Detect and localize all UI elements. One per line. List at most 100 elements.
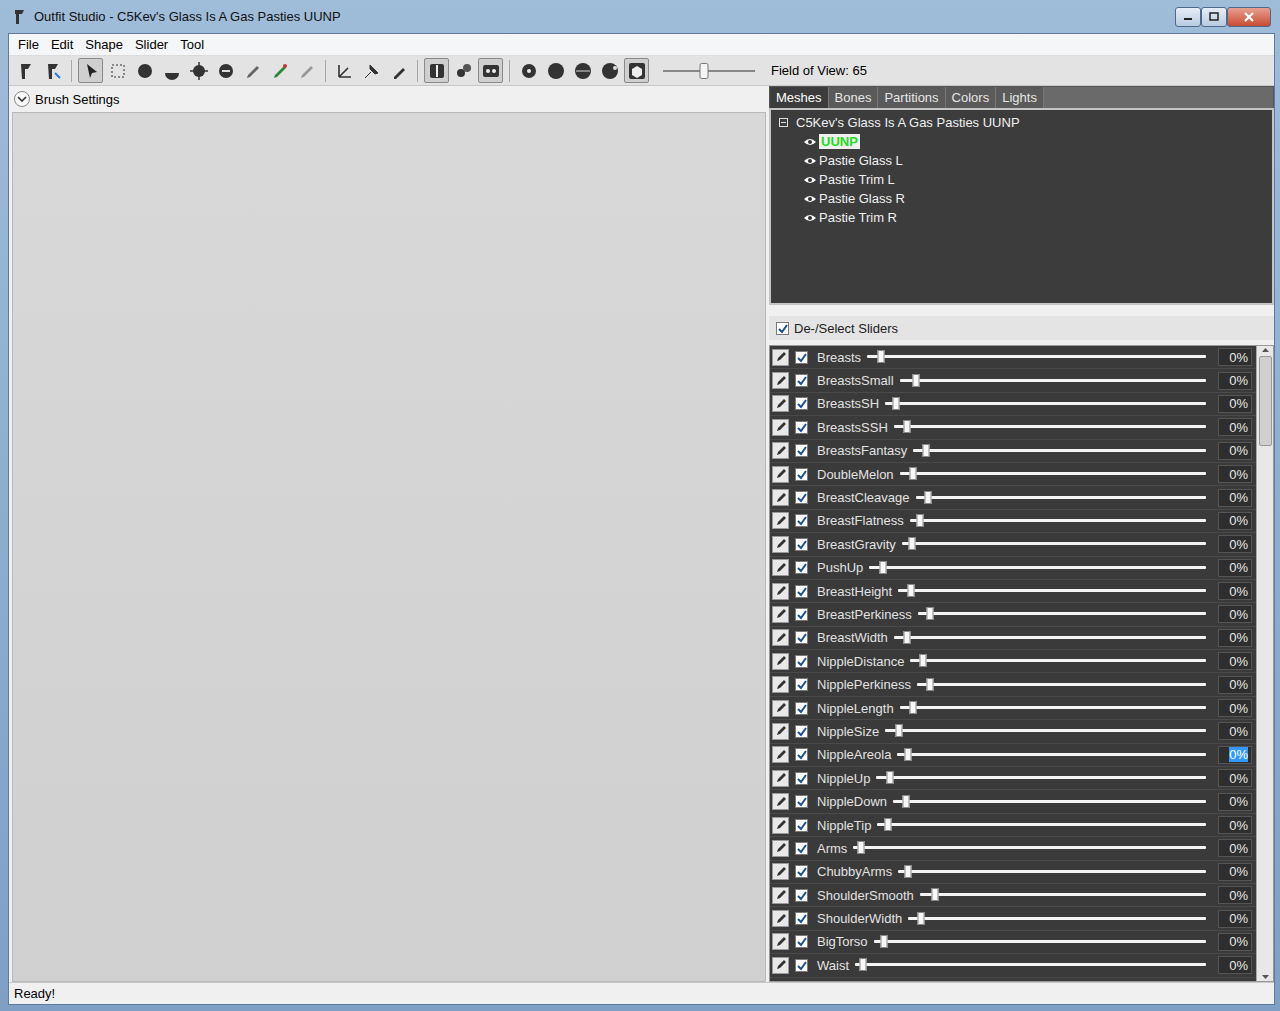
tool-button[interactable] [213,58,238,83]
slider-value-field[interactable]: 0% [1218,418,1252,436]
slider-value-field[interactable]: 0% [1218,465,1252,483]
edit-slider-button[interactable] [772,793,789,810]
slider-track[interactable] [910,653,1206,669]
slider-checkbox[interactable] [795,865,808,878]
edit-slider-button[interactable] [772,489,789,506]
slider-value-field[interactable]: 0% [1218,559,1252,577]
slider-thumb[interactable] [927,607,934,620]
edit-slider-button[interactable] [772,372,789,389]
slider-track[interactable] [894,419,1206,435]
slider-track[interactable] [918,606,1206,622]
edit-slider-button[interactable] [772,840,789,857]
slider-thumb[interactable] [904,420,911,433]
slider-thumb[interactable] [926,678,933,691]
slider-thumb[interactable] [918,912,925,925]
slider-thumb[interactable] [903,795,910,808]
edit-slider-button[interactable] [772,770,789,787]
slider-thumb[interactable] [904,631,911,644]
slider-value-field[interactable]: 0% [1218,348,1252,366]
tab[interactable]: Colors [946,87,997,108]
slider-value-field[interactable]: 0% [1218,933,1252,951]
slider-checkbox[interactable] [795,772,808,785]
slider-checkbox[interactable] [795,444,808,457]
slider-thumb[interactable] [857,841,864,854]
slider-checkbox[interactable] [795,889,808,902]
slider-checkbox[interactable] [795,468,808,481]
slider-value-field[interactable]: 0% [1218,442,1252,460]
slider-checkbox[interactable] [795,608,808,621]
edit-slider-button[interactable] [772,536,789,553]
slider-track[interactable] [898,864,1206,880]
select-all-checkbox[interactable] [776,322,789,335]
slider-checkbox[interactable] [795,421,808,434]
slider-checkbox[interactable] [795,397,808,410]
slider-checkbox[interactable] [795,678,808,691]
maximize-button[interactable] [1201,7,1227,27]
3d-viewport[interactable] [12,112,766,982]
slider-thumb[interactable] [908,584,915,597]
tool-button[interactable] [332,58,357,83]
slider-value-field[interactable]: 0% [1218,769,1252,787]
slider-track[interactable] [855,957,1206,973]
tool-button[interactable] [386,58,411,83]
slider-value-field[interactable]: 0% [1218,512,1252,530]
slider-checkbox[interactable] [795,702,808,715]
tool-button[interactable] [186,58,211,83]
edit-slider-button[interactable] [772,442,789,459]
slider-value-field[interactable]: 0% [1218,582,1252,600]
expand-toggle[interactable] [14,91,30,107]
slider-checkbox[interactable] [795,538,808,551]
slider-value-field[interactable]: 0% [1218,886,1252,904]
edit-slider-button[interactable] [772,910,789,927]
slider-checkbox[interactable] [795,959,808,972]
slider-track[interactable] [902,536,1206,552]
slider-value-field[interactable]: 0% [1218,863,1252,881]
minimize-button[interactable] [1175,7,1201,27]
tool-button[interactable] [543,58,568,83]
slider-track[interactable] [900,373,1206,389]
slider-checkbox[interactable] [795,819,808,832]
slider-value-field[interactable]: 0% [1218,699,1252,717]
menu-item[interactable]: Edit [46,35,78,54]
slider-track[interactable] [913,443,1206,459]
edit-slider-button[interactable] [772,817,789,834]
tool-button[interactable] [267,58,292,83]
edit-slider-button[interactable] [772,466,789,483]
mesh-item[interactable]: Pastie Glass R [779,189,1264,208]
brush-settings-header[interactable]: Brush Settings [12,86,766,112]
tool-button[interactable] [240,58,265,83]
tool-button[interactable] [294,58,319,83]
slider-value-field[interactable]: 0% [1218,956,1252,974]
slider-thumb[interactable] [905,865,912,878]
tool-button[interactable] [13,58,38,83]
tab[interactable]: Lights [996,87,1044,108]
mesh-item[interactable]: Pastie Trim R [779,208,1264,227]
tool-button[interactable] [624,58,649,83]
edit-slider-button[interactable] [772,349,789,366]
tree-root[interactable]: C5Kev's Glass Is A Gas Pasties UUNP [779,113,1264,132]
slider-thumb[interactable] [885,818,892,831]
tool-button[interactable] [451,58,476,83]
edit-slider-button[interactable] [772,606,789,623]
slider-track[interactable] [898,583,1206,599]
tool-button[interactable] [597,58,622,83]
slider-thumb[interactable] [887,771,894,784]
slider-value-field[interactable]: 0% [1218,910,1252,928]
tab[interactable]: Bones [829,87,879,108]
edit-slider-button[interactable] [772,863,789,880]
edit-slider-button[interactable] [772,933,789,950]
edit-slider-button[interactable] [772,746,789,763]
slider-thumb[interactable] [892,397,899,410]
slider-value-field[interactable]: 0% [1218,605,1252,623]
edit-slider-button[interactable] [772,395,789,412]
tool-button[interactable] [424,58,449,83]
mesh-item[interactable]: Pastie Trim L [779,170,1264,189]
slider-track[interactable] [894,630,1206,646]
slider-track[interactable] [876,770,1206,786]
slider-track[interactable] [897,747,1206,763]
slider-value-field[interactable]: 0% [1218,489,1252,507]
edit-slider-button[interactable] [772,419,789,436]
slider-checkbox[interactable] [795,795,808,808]
slider-track[interactable] [908,911,1206,927]
slider-value-field[interactable]: 0% [1218,395,1252,413]
